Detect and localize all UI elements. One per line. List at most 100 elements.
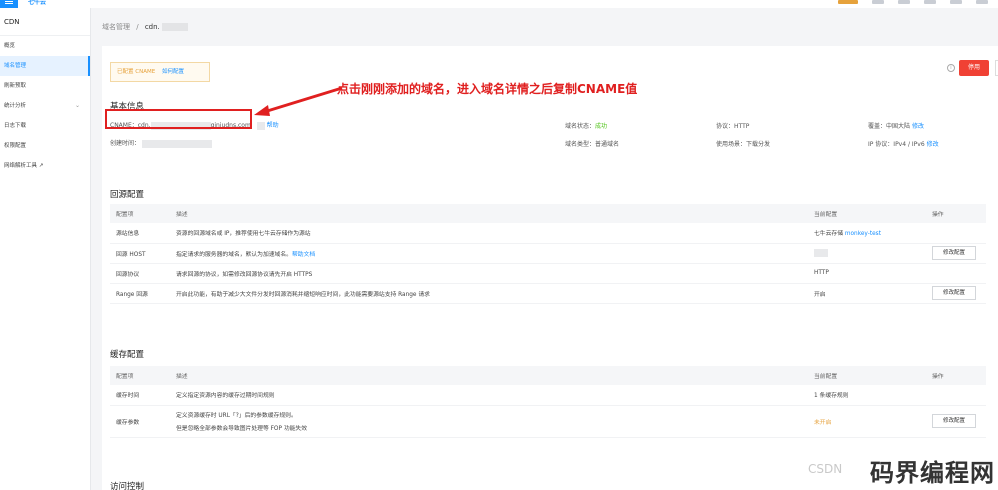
- coverage-label: 覆盖：中国大陆: [868, 123, 911, 130]
- row-current: 七牛云存储 monkey-test: [808, 223, 926, 244]
- cname-notice-text: 已配置 CNAME: [117, 69, 156, 75]
- cache-config-title: 缓存配置: [110, 350, 145, 360]
- origin-config-table: 配置项 描述 当前配置 操作 源站信息 资源的回源域名或 IP，推荐使用七牛云存…: [110, 204, 986, 304]
- col-config-item: 配置项: [110, 366, 170, 385]
- row-current: 1 条缓存规则: [808, 385, 926, 406]
- col-description: 描述: [170, 366, 808, 385]
- breadcrumb-separator: /: [136, 23, 139, 31]
- document-icon[interactable]: [898, 0, 910, 4]
- cname-highlight-box: [105, 109, 252, 129]
- sidebar-item-overview[interactable]: 概览: [0, 36, 90, 56]
- table-row: 缓存参数 定义资源缓存时 URL「?」后的参数缓存规则。 但是忽略全部参数会导致…: [110, 405, 986, 438]
- user-icon[interactable]: [950, 0, 962, 4]
- row-desc: 指定请求的服务器的域名，默认为加速域名。帮助文档: [170, 243, 808, 264]
- account-icon[interactable]: [976, 0, 988, 4]
- sidebar-item-label: 统计分析: [4, 103, 27, 109]
- coverage-row: 覆盖：中国大陆 修改: [868, 121, 924, 130]
- table-row: 源站信息 资源的回源域名或 IP，推荐使用七牛云存储作为源站 七牛云存储 mon…: [110, 223, 986, 244]
- row-desc: 请求回源的协议，如需修改回源协议请先开启 HTTPS: [170, 263, 808, 284]
- table-row: Range 回源 开启此功能，有助于减少大文件分发时回源消耗并缩短响应时间，此功…: [110, 283, 986, 304]
- csdn-watermark: CSDN: [808, 462, 843, 476]
- created-row: 创建时间：: [110, 138, 212, 148]
- row-name: Range 回源: [110, 283, 170, 304]
- edit-range-button[interactable]: 修改配置: [932, 286, 976, 300]
- desc-line-1: 定义资源缓存时 URL「?」后的参数缓存规则。: [176, 413, 297, 419]
- current-value: 七牛云存储: [814, 231, 845, 238]
- help-doc-link[interactable]: 帮助文档: [292, 252, 315, 258]
- col-description: 描述: [170, 204, 808, 223]
- access-control-title: 访问控制: [110, 482, 145, 490]
- edit-cache-params-button[interactable]: 修改配置: [932, 414, 976, 428]
- sidebar: CDN 概览 域名管理 刷新预取 统计分析 ⌄ 日志下载 权限配置 网络解析工具…: [0, 8, 91, 490]
- ip-protocol-label: IP 协议：IPv4 / IPv6: [868, 141, 925, 148]
- help-link[interactable]: 帮助: [267, 122, 279, 129]
- row-action: 修改配置: [926, 405, 986, 438]
- row-current: HTTP: [808, 263, 926, 284]
- redacted-created-time: [141, 139, 212, 148]
- sidebar-item-permissions[interactable]: 权限配置: [0, 136, 90, 156]
- notification-icon[interactable]: [838, 0, 858, 4]
- site-watermark: 码界编程网: [870, 459, 995, 487]
- row-name: 缓存参数: [110, 405, 170, 438]
- col-current: 当前配置: [808, 204, 926, 223]
- row-current: 开启: [808, 283, 926, 304]
- created-label: 创建时间：: [110, 140, 141, 147]
- coverage-edit-link[interactable]: 修改: [912, 123, 924, 130]
- sidebar-item-network-tools[interactable]: 网络解析工具 ↗: [0, 156, 90, 176]
- top-icons: [838, 0, 988, 8]
- row-name: 回源 HOST: [110, 243, 170, 264]
- sidebar-item-refresh-prefetch[interactable]: 刷新预取: [0, 76, 90, 96]
- row-desc: 定义资源缓存时 URL「?」后的参数缓存规则。 但是忽略全部参数会导致图片处理等…: [170, 405, 808, 438]
- breadcrumb-root[interactable]: 域名管理: [102, 23, 130, 31]
- row-action: [926, 385, 986, 406]
- sidebar-item-domain-management[interactable]: 域名管理: [0, 56, 90, 76]
- table-row: 缓存时间 定义指定资源内容的缓存过期时间规则 1 条缓存规则: [110, 385, 986, 406]
- status-badge: 成功: [595, 123, 608, 130]
- col-action: 操作: [926, 204, 986, 223]
- ip-protocol-edit-link[interactable]: 修改: [927, 141, 939, 148]
- cname-notice: 已配置 CNAME 如何配置: [110, 62, 210, 82]
- breadcrumb-current: cdn.: [144, 23, 160, 31]
- table-row: 回源 HOST 指定请求的服务器的域名，默认为加速域名。帮助文档 修改配置: [110, 243, 986, 264]
- edit-origin-host-button[interactable]: 修改配置: [932, 246, 976, 260]
- col-config-item: 配置项: [110, 204, 170, 223]
- origin-config-title: 回源配置: [110, 190, 145, 200]
- menu-icon[interactable]: [0, 0, 18, 8]
- row-action: [926, 223, 986, 244]
- desc-line-2: 但是忽略全部参数会导致图片处理等 FOP 功能失效: [176, 426, 308, 432]
- help-icon[interactable]: [924, 0, 936, 4]
- message-icon[interactable]: [872, 0, 884, 4]
- stop-button[interactable]: 停用: [959, 60, 989, 76]
- col-action: 操作: [926, 366, 986, 385]
- desc-text: 指定请求的服务器的域名，默认为加速域名。: [176, 251, 292, 258]
- info-icon[interactable]: i: [947, 64, 955, 72]
- status-row: 域名状态：成功: [565, 121, 607, 130]
- row-desc: 开启此功能，有助于减少大文件分发时回源消耗并缩短响应时间，此功能需要源站支持 R…: [170, 283, 808, 304]
- row-name: 源站信息: [110, 223, 170, 244]
- row-action: 修改配置: [926, 243, 986, 264]
- copy-icon[interactable]: [256, 121, 265, 130]
- row-action: [926, 263, 986, 284]
- col-current: 当前配置: [808, 366, 926, 385]
- sidebar-item-statistics[interactable]: 统计分析 ⌄: [0, 96, 90, 116]
- ip-protocol-row: IP 协议：IPv4 / IPv6 修改: [868, 139, 939, 148]
- annotation-text: 点击刚刚添加的域名，进入域名详情之后复制CNAME值: [337, 82, 638, 96]
- domain-type: 域名类型：普通域名: [565, 141, 620, 148]
- row-name: 回源协议: [110, 263, 170, 284]
- sidebar-title: CDN: [0, 8, 90, 36]
- redacted-domain: [162, 23, 189, 31]
- row-desc: 资源的回源域名或 IP，推荐使用七牛云存储作为源站: [170, 223, 808, 244]
- sidebar-item-log-download[interactable]: 日志下载: [0, 116, 90, 136]
- cache-config-table: 配置项 描述 当前配置 操作 缓存时间 定义指定资源内容的缓存过期时间规则 1 …: [110, 366, 986, 438]
- table-header-row: 配置项 描述 当前配置 操作: [110, 366, 986, 385]
- status-label: 域名状态：: [565, 123, 596, 130]
- table-header-row: 配置项 描述 当前配置 操作: [110, 204, 986, 223]
- how-to-configure-link[interactable]: 如何配置: [162, 69, 184, 75]
- table-row: 回源协议 请求回源的协议，如需修改回源协议请先开启 HTTPS HTTP: [110, 263, 986, 284]
- breadcrumb: 域名管理 / cdn.: [102, 22, 189, 32]
- row-name: 缓存时间: [110, 385, 170, 406]
- bucket-link[interactable]: monkey-test: [845, 231, 881, 237]
- top-bar: 七牛云: [0, 0, 998, 8]
- row-desc: 定义指定资源内容的缓存过期时间规则: [170, 385, 808, 406]
- protocol: 协议：HTTP: [716, 123, 750, 130]
